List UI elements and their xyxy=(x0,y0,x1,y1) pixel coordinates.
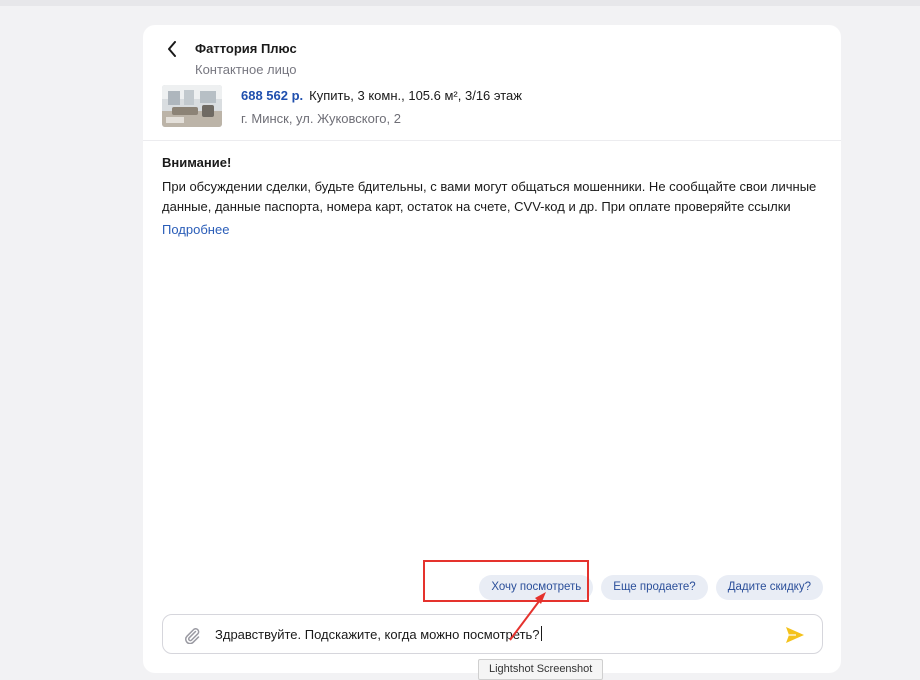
top-strip xyxy=(0,0,920,6)
apartment-photo xyxy=(162,85,222,127)
warning-text: При обсуждении сделки, будьте бдительны,… xyxy=(162,179,817,214)
contact-name[interactable]: Фаттория Плюс xyxy=(195,41,297,56)
message-input[interactable]: Здравствуйте. Подскажите, когда можно по… xyxy=(215,625,775,645)
send-button[interactable] xyxy=(784,624,806,646)
contact-role: Контактное лицо xyxy=(195,62,297,77)
paperclip-icon xyxy=(185,628,200,645)
chat-header: Фаттория Плюс Контактное лицо 688 562 р.… xyxy=(143,25,841,141)
listing-price: 688 562 р. xyxy=(241,88,304,103)
fraud-warning: Внимание! При обсуждении сделки, будьте … xyxy=(162,155,822,239)
attach-button[interactable] xyxy=(183,626,201,645)
back-button[interactable] xyxy=(161,38,183,60)
message-text: Здравствуйте. Подскажите, когда можно по… xyxy=(215,627,540,642)
send-icon xyxy=(786,627,804,643)
message-composer: Здравствуйте. Подскажите, когда можно по… xyxy=(162,614,823,654)
quick-reply-want-to-see[interactable]: Хочу посмотреть xyxy=(479,575,594,600)
chat-panel: Фаттория Плюс Контактное лицо 688 562 р.… xyxy=(143,25,841,673)
quick-replies: Хочу посмотреть Еще продаете? Дадите ски… xyxy=(479,575,823,600)
listing-address: г. Минск, ул. Жуковского, 2 xyxy=(241,111,401,126)
listing-summary[interactable]: 688 562 р. Купить, 3 комн., 105.6 м², 3/1… xyxy=(241,88,522,103)
more-info-link[interactable]: Подробнее xyxy=(162,222,229,237)
warning-title: Внимание! xyxy=(162,155,232,170)
lightshot-tooltip: Lightshot Screenshot xyxy=(478,659,604,680)
listing-details: Купить, 3 комн., 105.6 м², 3/16 этаж xyxy=(309,88,522,103)
chevron-left-icon xyxy=(168,41,176,57)
quick-reply-still-selling[interactable]: Еще продаете? xyxy=(601,575,708,600)
text-caret xyxy=(540,626,542,641)
listing-thumbnail[interactable] xyxy=(162,85,222,127)
quick-reply-discount[interactable]: Дадите скидку? xyxy=(715,575,823,600)
